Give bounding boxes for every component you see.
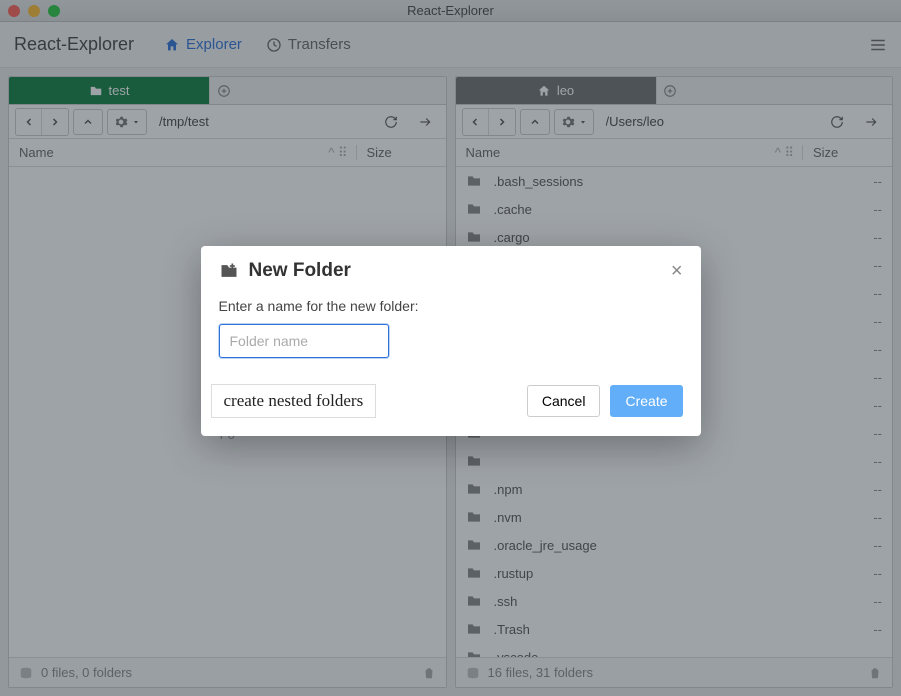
create-button[interactable]: Create [610,385,682,417]
new-folder-icon [219,261,239,281]
cancel-button[interactable]: Cancel [527,385,601,417]
folder-name-input[interactable] [219,324,389,358]
new-folder-dialog: New Folder × Enter a name for the new fo… [201,246,701,436]
dialog-title: New Folder [249,260,351,282]
nested-folders-hint: create nested folders [211,384,377,418]
modal-overlay: New Folder × Enter a name for the new fo… [0,0,901,696]
dialog-close-button[interactable]: × [671,261,683,281]
dialog-prompt: Enter a name for the new folder: [219,298,683,314]
